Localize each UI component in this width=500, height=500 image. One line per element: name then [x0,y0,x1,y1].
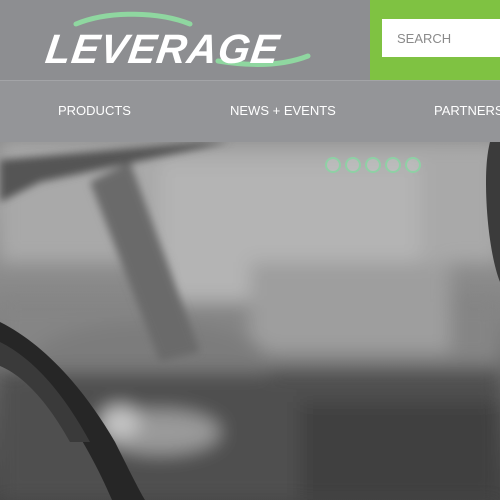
nav-item-news-events[interactable]: NEWS + EVENTS [230,103,336,118]
leverage-logo[interactable]: LEVERAGE [40,10,340,72]
nav-item-partners[interactable]: PARTNERS [434,103,500,118]
carousel-dot-3[interactable] [365,157,381,173]
carousel-pagination [325,157,421,173]
main-navigation: PRODUCTS NEWS + EVENTS PARTNERS [0,80,500,142]
carousel-dot-5[interactable] [405,157,421,173]
logo-text: LEVERAGE [42,26,283,72]
carousel-dot-2[interactable] [345,157,361,173]
search-panel [370,0,500,80]
carousel-dot-4[interactable] [385,157,401,173]
hero-carousel-image [0,142,500,500]
carousel-dot-1[interactable] [325,157,341,173]
search-input[interactable] [382,19,500,57]
car-interior-photo [0,142,500,500]
site-header: LEVERAGE [0,0,500,80]
nav-item-products[interactable]: PRODUCTS [58,103,131,118]
